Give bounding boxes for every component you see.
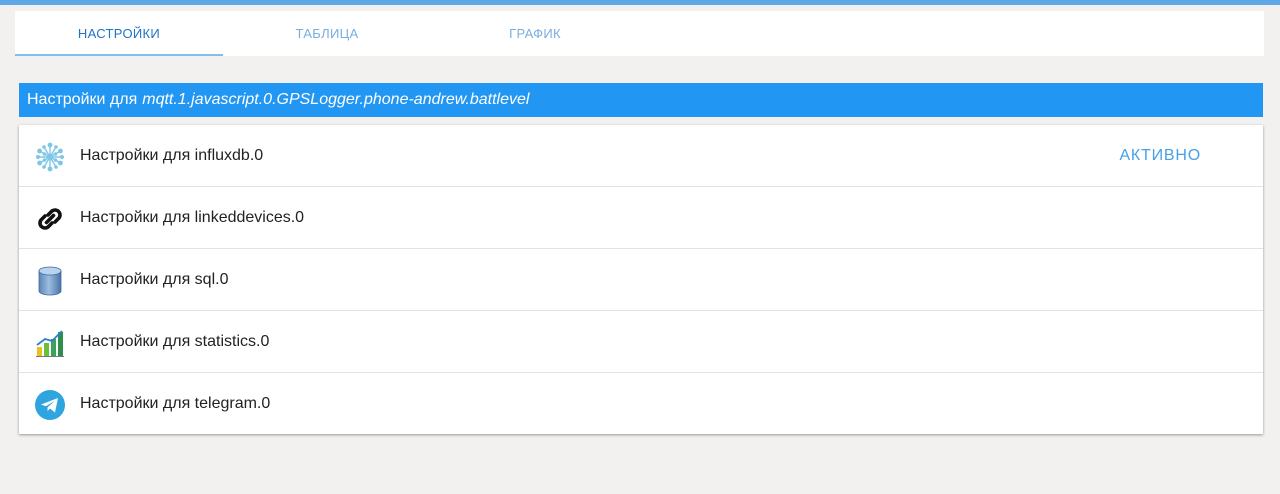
tab-chart[interactable]: ГРАФИК: [431, 11, 639, 56]
status-active-badge: АКТИВНО: [1119, 146, 1201, 164]
active-tab-indicator: [15, 54, 223, 56]
list-item-sql[interactable]: Настройки для sql.0: [19, 249, 1263, 311]
statistics-chart-icon: [33, 326, 67, 360]
list-item-label: Настройки для influxdb.0: [80, 146, 264, 164]
list-item-statistics[interactable]: Настройки для statistics.0: [19, 311, 1263, 373]
tab-settings[interactable]: НАСТРОЙКИ: [15, 11, 223, 56]
header-prefix: Настройки для: [27, 91, 138, 108]
list-item-label: Настройки для telegram.0: [80, 395, 271, 412]
list-item-label: Настройки для sql.0: [80, 270, 229, 288]
settings-header: Настройки для mqtt.1.javascript.0.GPSLog…: [19, 83, 1263, 117]
link-icon: [33, 202, 67, 236]
top-accent-strip: [0, 0, 1280, 5]
list-item-influxdb[interactable]: Настройки для influxdb.0 АКТИВНО: [19, 125, 1263, 187]
header-object-id: mqtt.1.javascript.0.GPSLogger.phone-andr…: [142, 91, 530, 108]
instances-list: Настройки для influxdb.0 АКТИВНО Настрой…: [19, 125, 1263, 434]
list-item-linkeddevices[interactable]: Настройки для linkeddevices.0: [19, 187, 1263, 249]
influxdb-icon: [33, 140, 67, 174]
telegram-icon: [33, 388, 67, 422]
list-item-telegram[interactable]: Настройки для telegram.0: [19, 373, 1263, 435]
list-item-label: Настройки для statistics.0: [80, 332, 270, 350]
database-icon: [33, 264, 67, 298]
tab-bar: НАСТРОЙКИ ТАБЛИЦА ГРАФИК: [15, 11, 1264, 56]
tab-table[interactable]: ТАБЛИЦА: [223, 11, 431, 56]
list-item-label: Настройки для linkeddevices.0: [80, 208, 305, 226]
